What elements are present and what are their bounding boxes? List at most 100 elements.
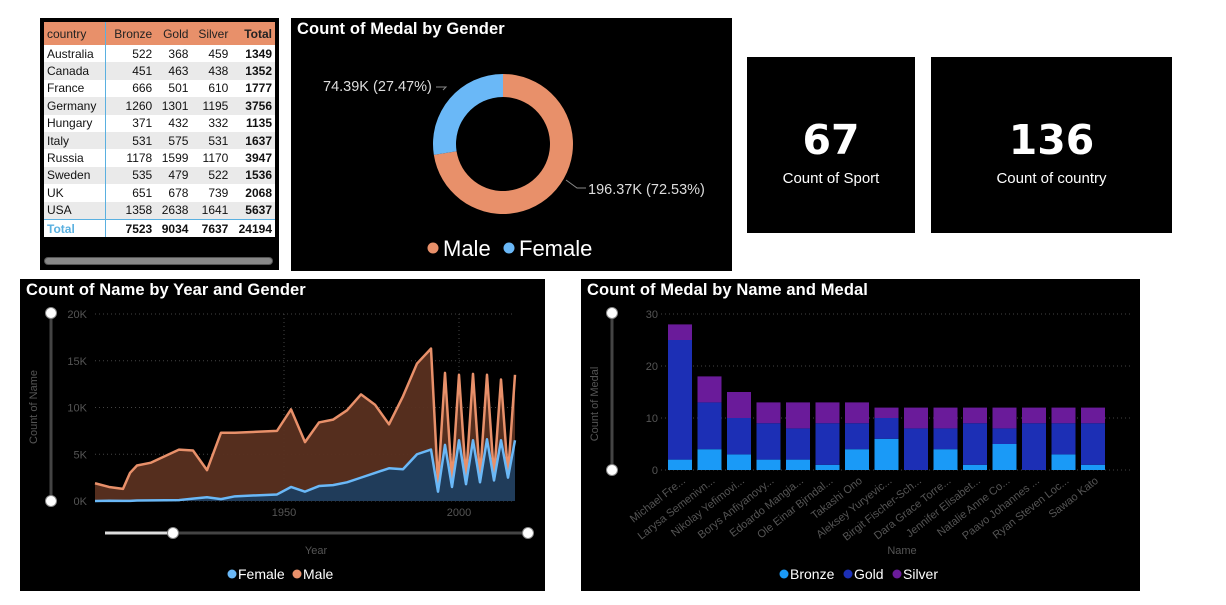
y-zoom-slider-bottom-handle[interactable] — [45, 495, 57, 507]
bar-segment-gold[interactable] — [668, 340, 692, 460]
bar-segment-bronze[interactable] — [992, 444, 1017, 470]
bar-segment-silver[interactable] — [1051, 407, 1076, 424]
bar-segment-gold[interactable] — [756, 423, 781, 460]
cell-silver: 610 — [208, 81, 229, 96]
column-header-silver[interactable]: Silver — [191, 22, 232, 45]
card-value-sport: 67 — [802, 116, 860, 164]
bar-segment-silver[interactable] — [1022, 407, 1046, 424]
cell-silver: 459 — [208, 46, 229, 61]
bar-segment-gold[interactable] — [992, 428, 1017, 444]
legend-label-gold[interactable]: Gold — [854, 566, 884, 582]
bar-segment-gold[interactable] — [786, 428, 810, 460]
donut-chart: 74.39K (27.47%) 196.37K (72.53%) Male Fe… — [323, 74, 705, 261]
y-zoom-slider-top-handle[interactable] — [45, 307, 57, 319]
bar-segment-silver[interactable] — [786, 402, 810, 429]
legend-label-male[interactable]: Male — [303, 566, 334, 582]
total-cell-country: Total — [44, 218, 107, 238]
legend-label-female[interactable]: Female — [238, 566, 285, 582]
card-label-country: Count of country — [996, 170, 1107, 187]
bar-segment-gold[interactable] — [1051, 423, 1076, 455]
bar-segment-gold[interactable] — [1081, 423, 1105, 465]
bar-segment-silver[interactable] — [963, 407, 987, 424]
bar-segment-silver[interactable] — [874, 407, 899, 418]
bar-segment-silver[interactable] — [697, 376, 722, 403]
bar-segment-gold[interactable] — [874, 418, 899, 439]
legend-label-female[interactable]: Female — [519, 236, 592, 261]
bar-segment-silver[interactable] — [904, 407, 928, 429]
bar-segment-bronze[interactable] — [727, 454, 751, 470]
x-zoom-slider-left-handle[interactable] — [167, 527, 179, 539]
y-tick-label: 30 — [646, 309, 658, 321]
table-row[interactable]: France 666 501 610 1777 — [44, 79, 275, 98]
cell-total: 1536 — [231, 166, 275, 185]
cell-gold: 501 — [168, 81, 189, 96]
scrollbar-thumb[interactable] — [45, 258, 272, 264]
card-label-sport: Count of Sport — [782, 170, 880, 187]
x-tick-label: 1950 — [272, 507, 296, 519]
bar-segment-silver[interactable] — [815, 402, 840, 424]
bar-segment-silver[interactable] — [727, 392, 751, 418]
bar-segment-bronze[interactable] — [845, 449, 869, 470]
legend-label-male[interactable]: Male — [443, 236, 491, 261]
total-cell-silver: 7637 — [191, 218, 232, 238]
table-row[interactable]: Hungary 371 432 332 1135 — [44, 114, 275, 132]
table-row[interactable]: Russia 1178 1599 1170 3947 — [44, 149, 275, 167]
y-zoom-slider-top-handle[interactable] — [606, 307, 618, 319]
bar-segment-silver[interactable] — [1081, 407, 1105, 424]
bar-segment-gold[interactable] — [727, 418, 751, 455]
column-header-country[interactable]: country — [44, 22, 107, 45]
legend-label-silver[interactable]: Silver — [903, 566, 938, 582]
bar-segment-bronze[interactable] — [815, 464, 840, 470]
table-row[interactable]: Germany 1260 1301 1195 3756 — [44, 97, 275, 115]
area-x-axis-title: Year — [305, 545, 328, 557]
bar-segment-gold[interactable] — [933, 428, 958, 450]
bar-segment-bronze[interactable] — [963, 464, 987, 470]
bar-segment-silver[interactable] — [845, 402, 869, 424]
bar-segment-silver[interactable] — [933, 407, 958, 429]
donut-slice-female[interactable] — [433, 74, 503, 155]
table-row[interactable]: USA 1358 2638 1641 5637 — [44, 201, 275, 220]
legend-label-bronze[interactable]: Bronze — [790, 566, 835, 582]
cell-bronze: 1178 — [126, 151, 153, 166]
bar-segment-silver[interactable] — [992, 407, 1017, 429]
table-horizontal-scrollbar[interactable] — [44, 257, 273, 265]
column-header-bronze[interactable]: Bronze — [105, 22, 156, 45]
bar-segment-gold[interactable] — [815, 423, 840, 465]
area-legend: Female Male — [227, 566, 334, 582]
table-row[interactable]: UK 651 678 739 2068 — [44, 184, 275, 202]
table-row[interactable]: Canada 451 463 438 1352 — [44, 62, 275, 80]
cell-silver: 1170 — [202, 151, 229, 166]
medal-by-gender-visual: Count of Medal by Gender 74.39K (27.47%)… — [291, 18, 732, 271]
table-row[interactable]: Sweden 535 479 522 1536 — [44, 166, 275, 185]
bar-segment-bronze[interactable] — [874, 438, 899, 470]
cell-total: 1637 — [231, 131, 275, 150]
column-header-total[interactable]: Total — [231, 22, 275, 45]
bar-segment-bronze[interactable] — [756, 459, 781, 470]
total-cell-total: 24194 — [231, 218, 275, 238]
bar-segment-bronze[interactable] — [1081, 464, 1105, 470]
bar-y-axis-title: Count of Medal — [589, 367, 601, 442]
table-header-row: country Bronze Gold Silver Total — [44, 22, 275, 45]
bar-segment-gold[interactable] — [1022, 423, 1046, 470]
bar-segment-bronze[interactable] — [1051, 454, 1076, 470]
bar-segment-bronze[interactable] — [668, 459, 692, 470]
cell-bronze: 535 — [105, 166, 156, 185]
bar-segment-bronze[interactable] — [697, 449, 722, 470]
cell-gold: 2638 — [155, 201, 192, 220]
bar-segment-bronze[interactable] — [933, 449, 958, 470]
legend-marker-bronze — [779, 569, 789, 579]
column-header-gold[interactable]: Gold — [155, 22, 192, 45]
bar-segment-gold[interactable] — [697, 402, 722, 450]
bar-segment-gold[interactable] — [845, 423, 869, 450]
bar-segment-silver[interactable] — [668, 324, 692, 340]
cell-bronze: 531 — [105, 131, 156, 150]
table-row[interactable]: Australia 522 368 459 1349 — [44, 45, 275, 63]
bar-segment-bronze[interactable] — [786, 459, 810, 470]
y-zoom-slider-bottom-handle[interactable] — [606, 464, 618, 476]
bar-segment-gold[interactable] — [904, 428, 928, 470]
bar-segment-gold[interactable] — [963, 423, 987, 465]
cell-bronze: 522 — [132, 46, 153, 61]
bar-segment-silver[interactable] — [756, 402, 781, 424]
table-row[interactable]: Italy 531 575 531 1637 — [44, 131, 275, 150]
x-zoom-slider-right-handle[interactable] — [522, 527, 534, 539]
